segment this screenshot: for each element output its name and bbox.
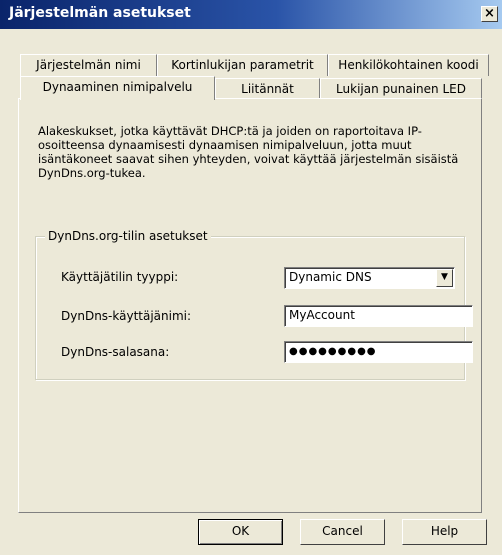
tab-system-name[interactable]: Järjestelmän nimi — [20, 54, 157, 76]
close-icon: × — [484, 6, 495, 21]
tab-card-reader-parameters[interactable]: Kortinlukijan parametrit — [157, 54, 328, 76]
tab-reader-red-led[interactable]: Lukijan punainen LED — [320, 78, 482, 100]
password-label: DynDns-salasana: — [61, 345, 170, 359]
ok-button[interactable]: OK — [198, 519, 283, 545]
tab-label: Kortinlukijan parametrit — [171, 58, 314, 72]
tab-dynamic-dns[interactable]: Dynaaminen nimipalvelu — [20, 76, 215, 100]
password-input[interactable]: ●●●●●●●●● — [284, 341, 473, 363]
tab-personal-code[interactable]: Henkilökohtainen koodi — [328, 54, 489, 76]
username-input[interactable]: MyAccount — [284, 305, 473, 327]
window-title: Järjestelmän asetukset — [9, 5, 191, 21]
password-value: ●●●●●●●●● — [289, 346, 377, 357]
tab-label: Liitännät — [241, 82, 294, 96]
tab-interfaces[interactable]: Liitännät — [215, 78, 320, 100]
username-label: DynDns-käyttäjänimi: — [61, 309, 192, 323]
tab-panel: Alakeskukset, jotka käyttävät DHCP:tä ja… — [18, 98, 482, 513]
account-type-select[interactable]: Dynamic DNS ▼ — [284, 267, 455, 289]
dyndns-account-group: DynDns.org-tilin asetukset Käyttäjätilin… — [35, 229, 473, 380]
title-bar[interactable]: Järjestelmän asetukset × — [0, 0, 502, 29]
group-title: DynDns.org-tilin asetukset — [45, 229, 211, 243]
tab-label: Dynaaminen nimipalvelu — [42, 80, 193, 94]
tab-label: Järjestelmän nimi — [36, 58, 141, 72]
account-type-label: Käyttäjätilin tyyppi: — [61, 270, 179, 284]
tab-label: Henkilökohtainen koodi — [338, 58, 479, 72]
cancel-button[interactable]: Cancel — [300, 519, 385, 545]
account-type-value: Dynamic DNS — [289, 270, 372, 284]
description-text: Alakeskukset, jotka käyttävät DHCP:tä ja… — [38, 124, 459, 180]
chevron-down-icon: ▼ — [441, 272, 448, 282]
close-button[interactable]: × — [481, 6, 498, 22]
tab-label: Lukijan punainen LED — [336, 82, 466, 96]
settings-dialog: Järjestelmän asetukset × Järjestelmän ni… — [0, 0, 502, 555]
username-value: MyAccount — [289, 308, 355, 322]
dropdown-button[interactable]: ▼ — [436, 269, 453, 287]
help-button[interactable]: Help — [402, 519, 487, 545]
